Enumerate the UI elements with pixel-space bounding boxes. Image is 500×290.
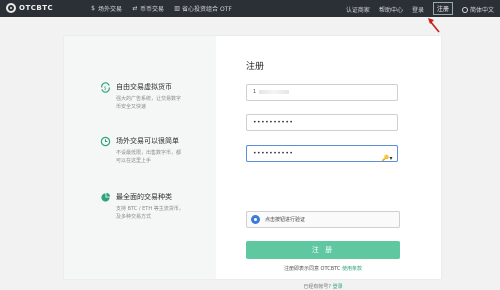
account-nav: 认证商家 帮助中心 登录 注册 简体中文 [346, 2, 494, 15]
password-field[interactable]: •••••••••• [246, 114, 398, 131]
captcha-verify-button[interactable]: 点击按钮进行验证 [246, 211, 400, 228]
red-arrow-annotation [428, 18, 440, 33]
nav-otc-label: 场外交易 [98, 6, 123, 13]
nav-merchant[interactable]: 认证商家 [346, 5, 370, 14]
confirm-password-field[interactable]: •••••••••• 🔑▾ [246, 145, 398, 162]
dollar-icon: $ [91, 4, 95, 12]
chart-icon: ▥ [174, 4, 180, 12]
feature-desc-line: 可以在这里上手 [116, 158, 152, 164]
email-value: 1 [253, 89, 257, 95]
feature-desc: 支持 BTC / ETH 等主流货币， 及多种交易方式 [116, 205, 186, 221]
register-submit-button[interactable]: 注 册 [246, 241, 400, 259]
register-form: 注册 1 •••••••••• •••••••••• 🔑▾ 点击按钮进行验证 注… [216, 36, 441, 290]
globe-icon [461, 6, 468, 13]
feature-desc-line: 及多种交易方式 [116, 214, 152, 220]
exchange-icon: ⇄ [132, 4, 138, 12]
feature-title: 最全面的交易种类 [116, 193, 172, 201]
feature-desc-line: 强大的广告系统，让交易数字 [116, 96, 182, 102]
nav-register-button[interactable]: 注册 [432, 2, 453, 15]
features-panel: $ 自由交易虚拟货币 强大的广告系统，让交易数字 币安全又快速 场外交易可以很简… [64, 36, 216, 279]
refresh-dollar-icon: $ [101, 82, 110, 93]
feature-desc: 强大的广告系统，让交易数字 币安全又快速 [116, 95, 186, 111]
feature-title: 场外交易可以很简单 [116, 137, 179, 145]
top-navbar: OTCBTC $ 场外交易 ⇄ 币币交易 ▥ 省心投资组合 OTF 认证商家 帮… [0, 0, 500, 17]
login-prefix: 已经有帐号? [303, 284, 333, 290]
nav-otf[interactable]: ▥ 省心投资组合 OTF [174, 4, 232, 13]
nav-coin-trading[interactable]: ⇄ 币币交易 [132, 4, 165, 13]
feature-desc-line: 币安全又快速 [116, 104, 147, 110]
language-label: 简体中文 [469, 7, 494, 14]
form-title: 注册 [246, 62, 265, 72]
verify-icon [251, 215, 260, 224]
nav-otc-trading[interactable]: $ 场外交易 [90, 4, 122, 13]
feature-desc-line: 支持 BTC / ETH 等主流货币， [116, 206, 184, 212]
terms-text: 注册即表示同意 OTCBTC 使用条款 [246, 265, 400, 272]
otcbtc-logo-icon [6, 3, 16, 13]
nav-coin-label: 币币交易 [140, 6, 165, 13]
login-link[interactable]: 登录 [333, 284, 343, 290]
svg-text:$: $ [104, 85, 107, 91]
nav-otf-label: 省心投资组合 OTF [182, 6, 232, 13]
terms-prefix: 注册即表示同意 OTCBTC [283, 266, 343, 272]
register-card: $ 自由交易虚拟货币 强大的广告系统，让交易数字 币安全又快速 场外交易可以很简… [64, 36, 441, 290]
main-nav: $ 场外交易 ⇄ 币币交易 ▥ 省心投资组合 OTF [90, 4, 232, 13]
redacted-email [259, 89, 290, 94]
nav-help[interactable]: 帮助中心 [379, 5, 403, 14]
captcha-label: 点击按钮进行验证 [265, 217, 306, 223]
brand-name: OTCBTC [19, 4, 54, 12]
language-selector[interactable]: 简体中文 [461, 5, 494, 14]
pie-chart-icon [101, 192, 111, 202]
terms-link[interactable]: 使用条款 [342, 266, 362, 272]
feature-desc: 不设最低限，出售数字币，都 可以在这里上手 [116, 149, 186, 165]
login-prompt: 已经有帐号? 登录 [246, 283, 400, 290]
feature-title: 自由交易虚拟货币 [116, 83, 172, 91]
feature-desc-line: 不设最低限，出售数字币，都 [116, 150, 182, 156]
confirm-password-value: •••••••••• [253, 150, 294, 157]
nav-login[interactable]: 登录 [412, 5, 424, 14]
email-field[interactable]: 1 [246, 84, 398, 101]
brand-logo-link[interactable]: OTCBTC [6, 3, 53, 13]
clock-icon [100, 136, 111, 147]
key-icon[interactable]: 🔑▾ [382, 151, 393, 166]
